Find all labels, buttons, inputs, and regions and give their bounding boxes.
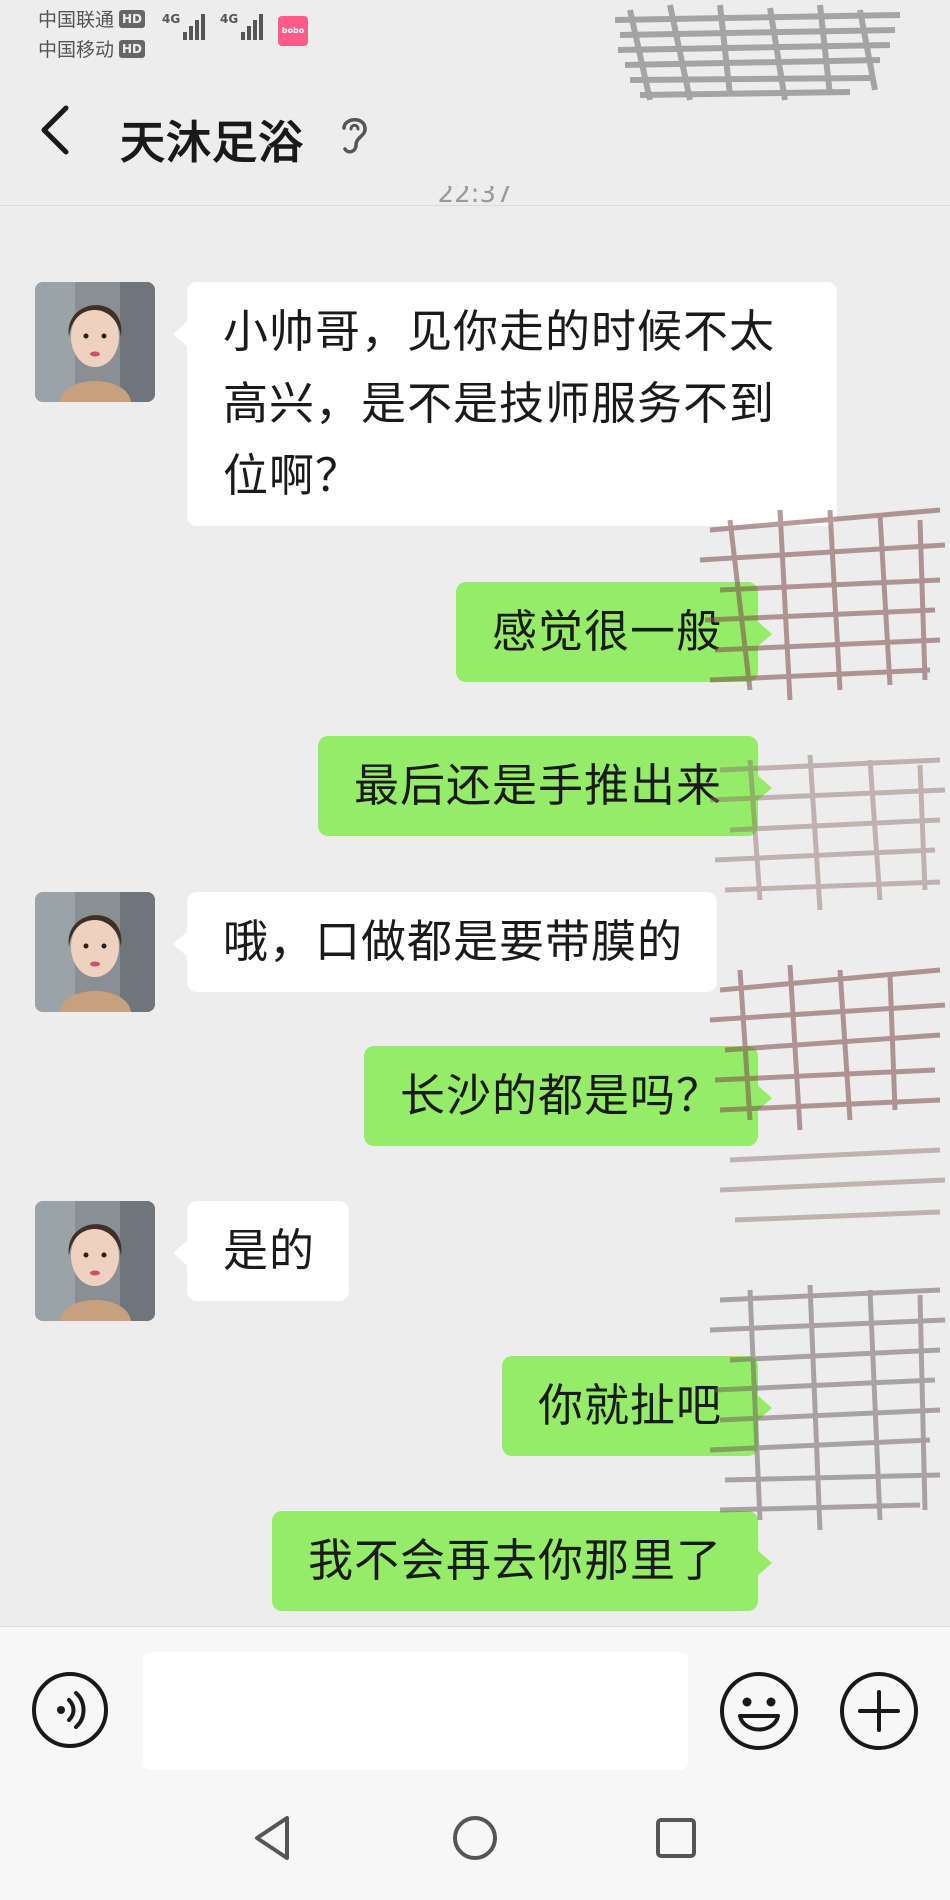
voice-icon[interactable] <box>30 1670 110 1750</box>
triangle-back-icon[interactable] <box>243 1808 303 1868</box>
contact-avatar[interactable] <box>35 892 155 1012</box>
message-text: 最后还是手推出来 <box>353 759 722 812</box>
system-navigation-bar <box>0 1776 950 1900</box>
carrier-2-name: 中国移动 <box>38 39 115 61</box>
status-bar: 中国联通 HD 中国移动 HD 4G 4G bobo <box>0 0 950 62</box>
message-input[interactable] <box>143 1652 688 1770</box>
avatar-portrait-image <box>35 892 155 1012</box>
outgoing-message-bubble[interactable]: 我不会再去你那里了 <box>271 1511 773 1611</box>
ear-icon <box>342 118 367 154</box>
message-text: 长沙的都是吗？ <box>399 1069 722 1122</box>
incoming-message-bubble[interactable]: 哦，口做都是要带膜的 <box>172 892 718 992</box>
chevron-left-icon[interactable] <box>28 100 88 160</box>
square-recents-icon[interactable] <box>646 1808 706 1868</box>
outgoing-message-bubble[interactable]: 长沙的都是吗？ <box>363 1046 773 1146</box>
app-notification-icon: bobo <box>278 16 308 46</box>
message-text-line: 小帅哥，见你走的时候不太 <box>223 305 776 358</box>
message-text: 感觉很一般 <box>491 605 722 658</box>
avatar-portrait-image <box>35 282 155 402</box>
plus-icon[interactable] <box>838 1670 920 1752</box>
message-text-line: 高兴，是不是技师服务不到 <box>223 377 776 430</box>
carrier-1: 中国联通 HD <box>38 5 146 32</box>
network-type-label: 4G <box>162 12 181 26</box>
incoming-message-bubble[interactable]: 小帅哥，见你走的时候不太 高兴，是不是技师服务不到 位啊？ <box>173 282 837 526</box>
signal-strength-icon: 4G <box>220 12 264 40</box>
carrier-1-name: 中国联通 <box>38 9 115 31</box>
message-text: 你就扯吧 <box>537 1379 722 1432</box>
signal-strength-icon: 4G <box>162 12 206 40</box>
message-text: 是的 <box>223 1224 316 1277</box>
outgoing-message-bubble[interactable]: 感觉很一般 <box>455 582 773 682</box>
smiley-icon[interactable] <box>718 1670 800 1752</box>
message-text: 我不会再去你那里了 <box>307 1534 722 1587</box>
incoming-message-bubble[interactable]: 是的 <box>172 1201 350 1301</box>
network-type-label: 4G <box>220 12 239 26</box>
avatar-portrait-image <box>35 1201 155 1321</box>
contact-avatar[interactable] <box>35 282 155 402</box>
chat-title: 天沐足浴 <box>120 116 305 169</box>
message-text: 哦，口做都是要带膜的 <box>223 915 684 968</box>
outgoing-message-bubble[interactable]: 你就扯吧 <box>501 1356 773 1456</box>
circle-home-icon[interactable] <box>445 1808 505 1868</box>
message-text-line: 位啊？ <box>223 449 362 502</box>
outgoing-message-bubble[interactable]: 最后还是手推出来 <box>317 736 773 836</box>
contact-avatar[interactable] <box>35 1201 155 1321</box>
hd-badge: HD <box>119 39 146 58</box>
chat-header: 天沐足浴 <box>0 60 950 206</box>
chat-screen: 中国联通 HD 中国移动 HD 4G 4G bobo 天沐足浴 22:37 小帅… <box>0 0 950 1900</box>
message-input-bar <box>0 1626 950 1777</box>
carrier-2: 中国移动 HD <box>38 35 146 62</box>
hd-badge: HD <box>119 9 146 28</box>
message-list[interactable]: 小帅哥，见你走的时候不太 高兴，是不是技师服务不到 位啊？ 感觉很一般 最后还是… <box>0 206 950 1626</box>
